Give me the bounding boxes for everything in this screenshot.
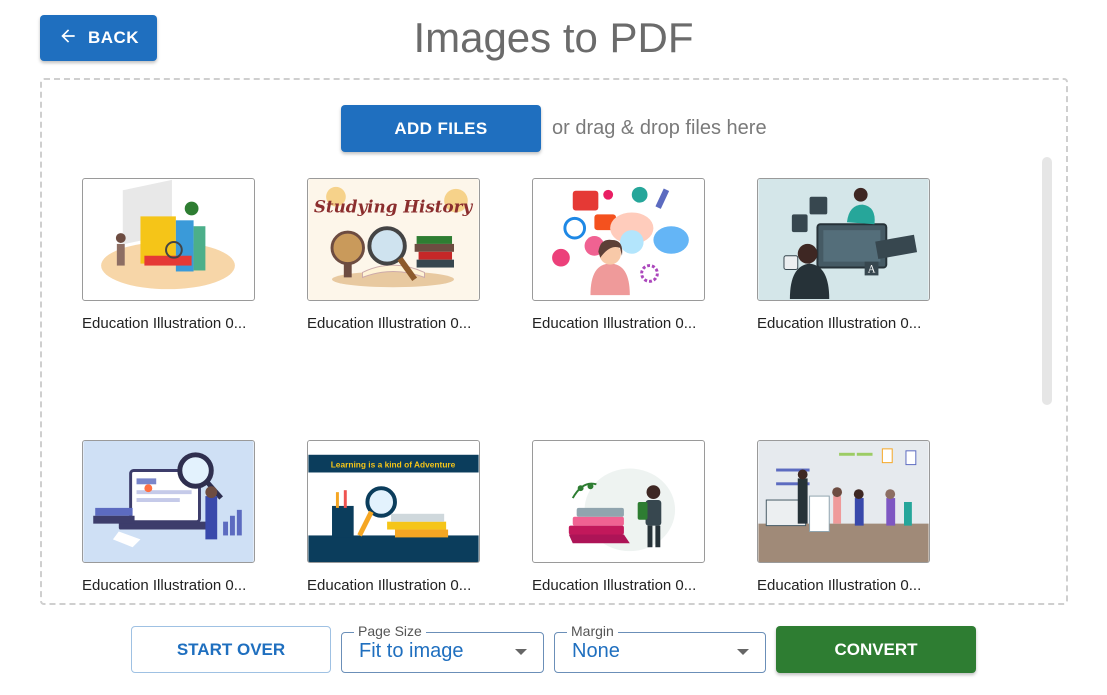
- file-name: Education Illustration 0...: [757, 577, 922, 594]
- file-name: Education Illustration 0...: [82, 577, 247, 594]
- thumbnail: [532, 178, 705, 301]
- thumbnail: [82, 440, 255, 563]
- thumb-caption: Learning is a kind of Adventure: [331, 460, 456, 470]
- file-card[interactable]: Education Illustration 0...: [532, 178, 707, 332]
- file-card[interactable]: Education Illustration 0...: [82, 440, 257, 594]
- file-card[interactable]: Studying History Education Illustration …: [307, 178, 482, 332]
- convert-button[interactable]: CONVERT: [776, 626, 976, 673]
- file-card[interactable]: Education Illustration 0...: [532, 440, 707, 594]
- file-name: Education Illustration 0...: [82, 315, 247, 332]
- file-card[interactable]: A Education Illustration 0...: [757, 178, 932, 332]
- file-card[interactable]: Learning is a kind of Adventure Educatio…: [307, 440, 482, 594]
- page-size-legend: Page Size: [354, 623, 426, 639]
- thumb-caption: Studying History: [314, 196, 474, 216]
- page-size-value: Fit to image: [359, 640, 464, 662]
- thumbnail: [82, 178, 255, 301]
- file-card[interactable]: Education Illustration 0...: [82, 178, 257, 332]
- page-title: Images to PDF: [413, 14, 694, 61]
- file-name: Education Illustration 0...: [307, 577, 472, 594]
- file-name: Education Illustration 0...: [532, 315, 697, 332]
- chevron-down-icon: [737, 649, 749, 655]
- thumbnail: Learning is a kind of Adventure: [307, 440, 480, 563]
- start-over-button[interactable]: START OVER: [131, 626, 331, 673]
- chevron-down-icon: [515, 649, 527, 655]
- drop-hint: or drag & drop files here: [552, 117, 767, 139]
- add-files-button[interactable]: ADD FILES: [341, 105, 541, 152]
- thumbnail: [532, 440, 705, 563]
- svg-text:A: A: [867, 264, 876, 275]
- thumbnail: [757, 440, 930, 563]
- thumbnail: Studying History: [307, 178, 480, 301]
- file-card[interactable]: Education Illustration 0...: [757, 440, 932, 594]
- drop-zone[interactable]: ADD FILES or drag & drop files here Educ…: [40, 78, 1068, 605]
- file-name: Education Illustration 0...: [307, 315, 472, 332]
- thumbnail: A: [757, 178, 930, 301]
- margin-select[interactable]: Margin None: [554, 623, 766, 673]
- file-name: Education Illustration 0...: [757, 315, 922, 332]
- page-size-select[interactable]: Page Size Fit to image: [341, 623, 544, 673]
- margin-legend: Margin: [567, 623, 618, 639]
- scrollbar[interactable]: [1042, 157, 1052, 405]
- file-name: Education Illustration 0...: [532, 577, 697, 594]
- margin-value: None: [572, 640, 620, 662]
